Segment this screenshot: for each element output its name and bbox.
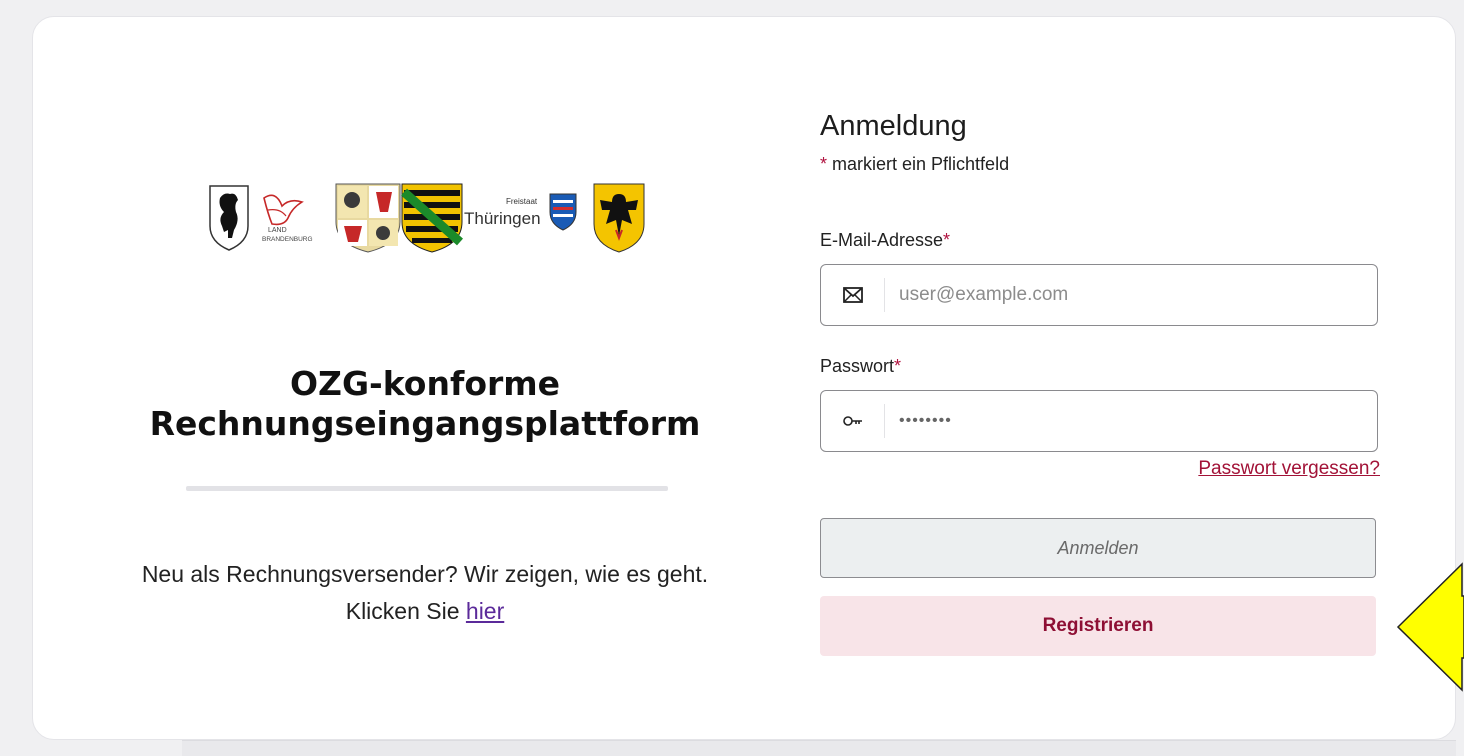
intro-sentence: Neu als Rechnungsversender? Wir zeigen, … [141, 561, 709, 624]
email-label: E-Mail-Adresse* [820, 230, 950, 251]
svg-text:BRANDENBURG: BRANDENBURG [262, 236, 313, 243]
envelope-icon [821, 278, 885, 312]
key-icon [821, 404, 885, 438]
required-note: * markiert ein Pflichtfeld [820, 154, 1380, 175]
divider [186, 486, 668, 491]
svg-text:LAND: LAND [268, 227, 287, 234]
intro-text: Neu als Rechnungsversender? Wir zeigen, … [110, 556, 740, 630]
required-note-text: markiert ein Pflichtfeld [827, 154, 1010, 174]
password-label: Passwort* [820, 356, 901, 377]
forgot-password-link[interactable]: Passwort vergessen? [1198, 458, 1380, 480]
email-field[interactable]: user@example.com [820, 264, 1378, 326]
saxony-coat-of-arms-icon [401, 183, 463, 253]
berlin-coat-of-arms-icon [209, 185, 249, 251]
federal-eagle-icon [593, 183, 645, 253]
svg-text:Freistaat: Freistaat [506, 197, 538, 206]
page-headline: OZG-konforme Rechnungseingangsplattform [149, 364, 701, 443]
password-required-star: * [894, 356, 902, 376]
brandenburg-logo-icon: LAND BRANDENBURG [262, 194, 313, 243]
login-button[interactable]: Anmelden [820, 518, 1376, 578]
thueringen-logo-icon: Freistaat Thüringen [464, 193, 577, 231]
email-placeholder[interactable]: user@example.com [885, 284, 1068, 306]
password-value[interactable]: •••••••• [885, 412, 952, 430]
password-label-text: Passwort [820, 356, 895, 376]
login-form: Anmeldung * markiert ein Pflichtfeld E-M… [820, 106, 1380, 656]
form-title: Anmeldung [820, 110, 967, 142]
annotation-arrow-icon [1396, 562, 1464, 697]
password-field[interactable]: •••••••• [820, 390, 1378, 452]
register-button[interactable]: Registrieren [820, 596, 1376, 656]
card-bottom-edge [182, 740, 1456, 756]
required-star: * [820, 154, 828, 174]
intro-help-link[interactable]: hier [466, 598, 504, 624]
svg-text:Thüringen: Thüringen [464, 209, 541, 228]
state-logos: LAND BRANDENBURG Freistaat Thüringen [206, 180, 646, 254]
email-label-text: E-Mail-Adresse [820, 230, 944, 250]
mecklenburg-coat-of-arms-icon [335, 183, 401, 253]
email-required-star: * [943, 230, 951, 250]
